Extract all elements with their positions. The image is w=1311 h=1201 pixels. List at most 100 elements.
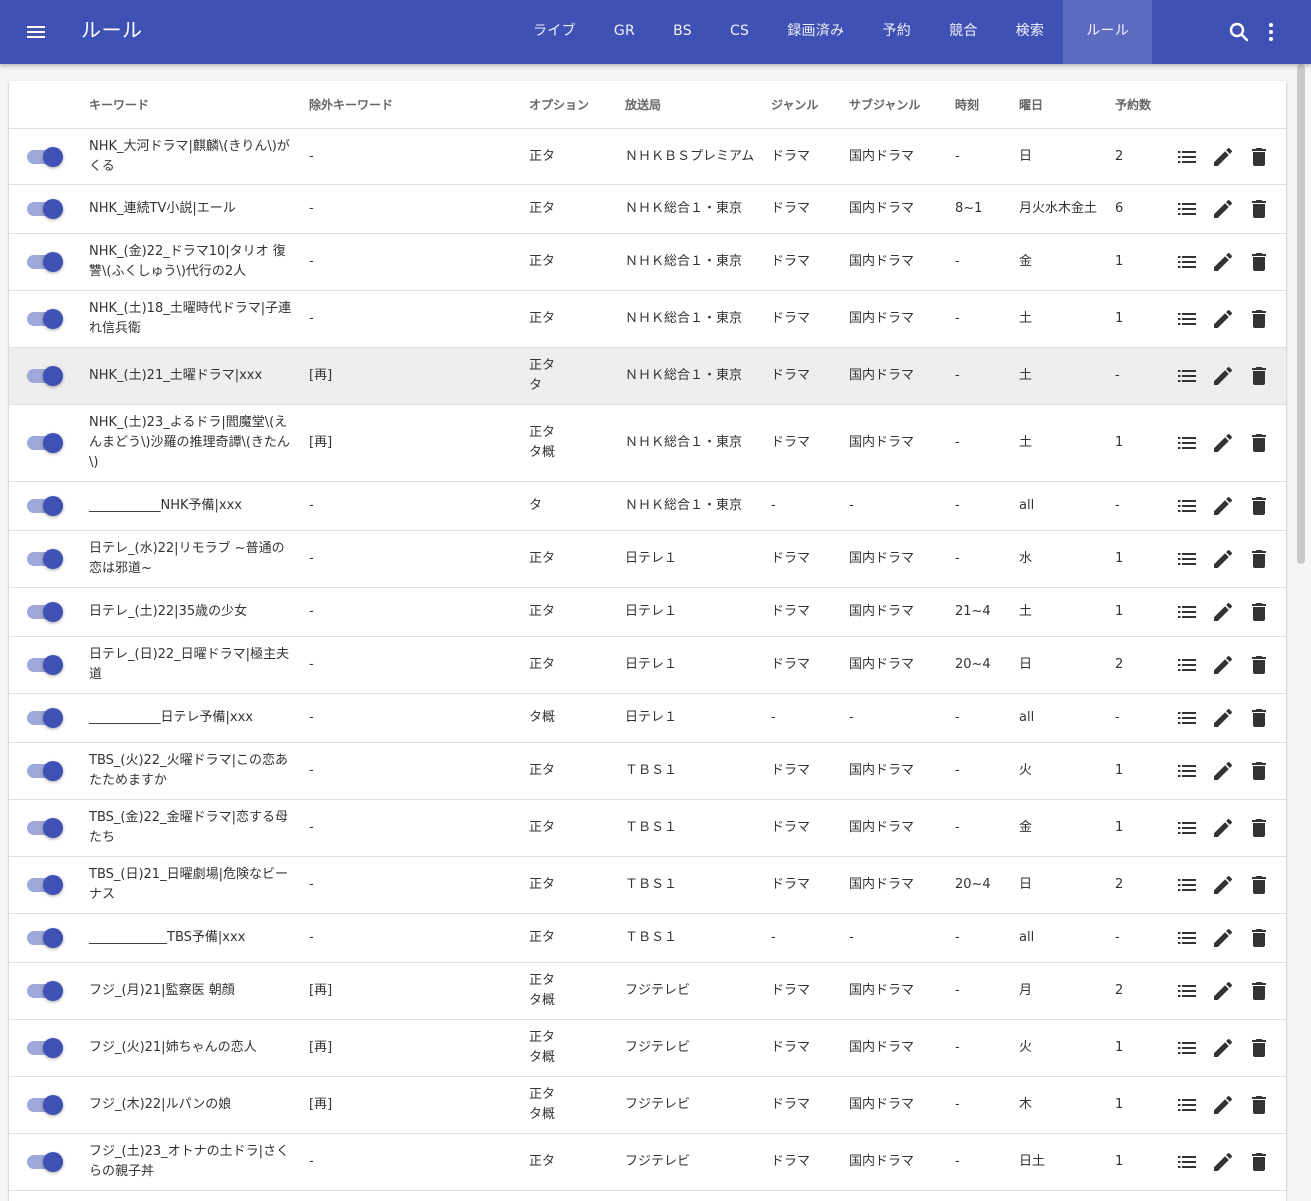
- trash-icon[interactable]: [1247, 873, 1271, 897]
- table-row[interactable]: TBS_(金)22_金曜ドラマ|恋する母たち - 正タ ＴＢＳ１ ドラマ 国内ド…: [9, 799, 1286, 857]
- list-icon[interactable]: [1175, 926, 1199, 950]
- table-row[interactable]: NHK_大河ドラマ|麒麟\(きりん\)がくる - 正タ ＮＨＫＢＳプレミアム ド…: [9, 128, 1286, 185]
- list-icon[interactable]: [1175, 197, 1199, 221]
- enable-toggle[interactable]: [27, 981, 63, 1001]
- enable-toggle[interactable]: [27, 309, 63, 329]
- table-row[interactable]: 日テレ_(土)22|35歳の少女 - 正タ 日テレ１ ドラマ 国内ドラマ 21~…: [9, 587, 1286, 637]
- pencil-icon[interactable]: [1211, 926, 1235, 950]
- list-icon[interactable]: [1175, 979, 1199, 1003]
- pencil-icon[interactable]: [1211, 1036, 1235, 1060]
- col-station[interactable]: 放送局: [625, 81, 771, 129]
- pencil-icon[interactable]: [1211, 979, 1235, 1003]
- tab-cs[interactable]: CS: [711, 0, 768, 64]
- table-row[interactable]: NHK_(金)22_ドラマ10|タリオ 復讐\(ふくしゅう\)代行の2人 - 正…: [9, 233, 1286, 291]
- pencil-icon[interactable]: [1211, 759, 1235, 783]
- col-genre[interactable]: ジャンル: [771, 81, 849, 129]
- pencil-icon[interactable]: [1211, 307, 1235, 331]
- list-icon[interactable]: [1175, 431, 1199, 455]
- trash-icon[interactable]: [1247, 307, 1271, 331]
- enable-toggle[interactable]: [27, 146, 63, 167]
- pencil-icon[interactable]: [1211, 364, 1235, 388]
- col-reserves[interactable]: 予約数: [1115, 81, 1175, 129]
- table-row[interactable]: TBS_(火)22_火曜ドラマ|この恋あたためますか - 正タ ＴＢＳ１ ドラマ…: [9, 742, 1286, 800]
- trash-icon[interactable]: [1247, 653, 1271, 677]
- list-icon[interactable]: [1175, 759, 1199, 783]
- tab-live[interactable]: ライブ: [514, 0, 595, 64]
- trash-icon[interactable]: [1247, 600, 1271, 624]
- menu-icon[interactable]: [20, 16, 52, 48]
- trash-icon[interactable]: [1247, 1036, 1271, 1060]
- col-option[interactable]: オプション: [529, 81, 625, 129]
- trash-icon[interactable]: [1247, 431, 1271, 455]
- col-ignore-keyword[interactable]: 除外キーワード: [309, 81, 529, 129]
- enable-toggle[interactable]: [27, 602, 63, 622]
- list-icon[interactable]: [1175, 816, 1199, 840]
- col-week[interactable]: 曜日: [1019, 81, 1115, 129]
- enable-toggle[interactable]: [27, 549, 63, 569]
- table-row[interactable]: フジ_(木)22|ルパンの娘 [再] 正タ タ概 フジテレビ ドラマ 国内ドラマ…: [9, 1076, 1286, 1134]
- tab-recorded[interactable]: 録画済み: [768, 0, 863, 64]
- table-row[interactable]: フジ_(月)21|監察医 朝顔 [再] 正タ タ概 フジテレビ ドラマ 国内ドラ…: [9, 962, 1286, 1020]
- pencil-icon[interactable]: [1211, 873, 1235, 897]
- col-time[interactable]: 時刻: [955, 81, 1019, 129]
- tab-conflicts[interactable]: 競合: [930, 0, 997, 64]
- enable-toggle[interactable]: [27, 496, 63, 516]
- pencil-icon[interactable]: [1211, 431, 1235, 455]
- enable-toggle[interactable]: [27, 708, 63, 728]
- trash-icon[interactable]: [1247, 547, 1271, 571]
- list-icon[interactable]: [1175, 1150, 1199, 1174]
- table-row[interactable]: NHK_連続TV小説|エール - 正タ ＮＨＫ総合１・東京 ドラマ 国内ドラマ …: [9, 184, 1286, 234]
- enable-toggle[interactable]: [27, 761, 63, 781]
- pencil-icon[interactable]: [1211, 706, 1235, 730]
- table-row[interactable]: NHK_(土)18_土曜時代ドラマ|子連れ信兵衛 - 正タ ＮＨＫ総合１・東京 …: [9, 290, 1286, 348]
- tab-bs[interactable]: BS: [654, 0, 711, 64]
- enable-toggle[interactable]: [27, 928, 63, 948]
- trash-icon[interactable]: [1247, 706, 1271, 730]
- enable-toggle[interactable]: [27, 433, 63, 453]
- trash-icon[interactable]: [1247, 926, 1271, 950]
- table-row[interactable]: TBS_(日)21_日曜劇場|危険なビーナス - 正タ ＴＢＳ１ ドラマ 国内ド…: [9, 856, 1286, 914]
- enable-toggle[interactable]: [27, 655, 63, 675]
- table-row[interactable]: ___________日テレ予備|xxx - タ概 日テレ１ - - - all…: [9, 693, 1286, 743]
- enable-toggle[interactable]: [27, 1152, 63, 1172]
- trash-icon[interactable]: [1247, 759, 1271, 783]
- trash-icon[interactable]: [1247, 1150, 1271, 1174]
- trash-icon[interactable]: [1247, 364, 1271, 388]
- pencil-icon[interactable]: [1211, 547, 1235, 571]
- search-icon[interactable]: [1225, 18, 1253, 46]
- list-icon[interactable]: [1175, 600, 1199, 624]
- enable-toggle[interactable]: [27, 1038, 63, 1058]
- more-vert-icon[interactable]: [1257, 18, 1285, 46]
- list-icon[interactable]: [1175, 364, 1199, 388]
- tab-search[interactable]: 検索: [997, 0, 1064, 64]
- trash-icon[interactable]: [1247, 197, 1271, 221]
- scrollbar[interactable]: [1297, 64, 1305, 564]
- pencil-icon[interactable]: [1211, 1150, 1235, 1174]
- pencil-icon[interactable]: [1211, 653, 1235, 677]
- trash-icon[interactable]: [1247, 494, 1271, 518]
- enable-toggle[interactable]: [27, 1095, 63, 1115]
- trash-icon[interactable]: [1247, 979, 1271, 1003]
- pencil-icon[interactable]: [1211, 816, 1235, 840]
- list-icon[interactable]: [1175, 547, 1199, 571]
- col-subgenre[interactable]: サブジャンル: [849, 81, 955, 129]
- pencil-icon[interactable]: [1211, 145, 1235, 169]
- table-row[interactable]: ___________NHK予備|xxx - タ ＮＨＫ総合１・東京 - - -…: [9, 481, 1286, 531]
- list-icon[interactable]: [1175, 307, 1199, 331]
- pencil-icon[interactable]: [1211, 600, 1235, 624]
- table-row[interactable]: 日テレ_(日)22_日曜ドラマ|極主夫道 - 正タ 日テレ１ ドラマ 国内ドラマ…: [9, 636, 1286, 694]
- table-row[interactable]: ____________TBS予備|xxx - 正タ ＴＢＳ１ - - - al…: [9, 913, 1286, 963]
- trash-icon[interactable]: [1247, 145, 1271, 169]
- enable-toggle[interactable]: [27, 818, 63, 838]
- pencil-icon[interactable]: [1211, 494, 1235, 518]
- col-keyword[interactable]: キーワード: [89, 81, 309, 129]
- pencil-icon[interactable]: [1211, 250, 1235, 274]
- list-icon[interactable]: [1175, 250, 1199, 274]
- list-icon[interactable]: [1175, 1093, 1199, 1117]
- enable-toggle[interactable]: [27, 199, 63, 219]
- list-icon[interactable]: [1175, 145, 1199, 169]
- table-row[interactable]: フジ_(土)23_オトナの土ドラ|さくらの親子丼 - 正タ フジテレビ ドラマ …: [9, 1133, 1286, 1191]
- tab-reserves[interactable]: 予約: [863, 0, 930, 64]
- list-icon[interactable]: [1175, 653, 1199, 677]
- enable-toggle[interactable]: [27, 875, 63, 895]
